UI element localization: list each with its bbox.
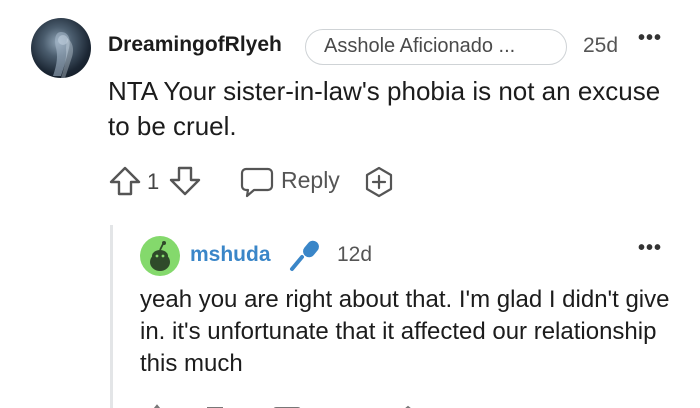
reply-button[interactable] [240,166,274,198]
reply-avatar[interactable] [140,236,180,276]
reply-timestamp: 12d [337,243,373,266]
vote-count: 1 [147,169,160,194]
arrow-down-icon[interactable] [168,166,202,196]
microphone-icon [288,237,324,278]
user-flair: Asshole Aficionado ... [305,29,567,65]
user-avatar[interactable] [31,18,91,78]
reply-username[interactable]: mshuda [190,243,271,267]
comment-body: NTA Your sister-in-law's phobia is not a… [108,76,661,141]
chat-bubble-icon [240,167,274,198]
add-award-icon[interactable] [362,165,396,199]
comment-thread: DreamingofRlyeh Asshole Aficionado ... 2… [0,0,700,408]
arrow-up-icon[interactable] [108,166,142,196]
reply-body: yeah you are right about that. I'm glad … [140,286,670,377]
reply-label[interactable]: Reply [281,167,340,194]
username[interactable]: DreamingofRlyeh [108,33,282,57]
timestamp: 25d [583,34,619,57]
reply-more-options-icon[interactable]: ••• [638,238,662,258]
avatar-figure-icon [53,32,74,78]
reply-actions-partial [140,399,540,408]
snoo-icon [150,241,170,271]
more-options-icon[interactable]: ••• [638,28,662,49]
thread-line[interactable] [110,225,113,408]
